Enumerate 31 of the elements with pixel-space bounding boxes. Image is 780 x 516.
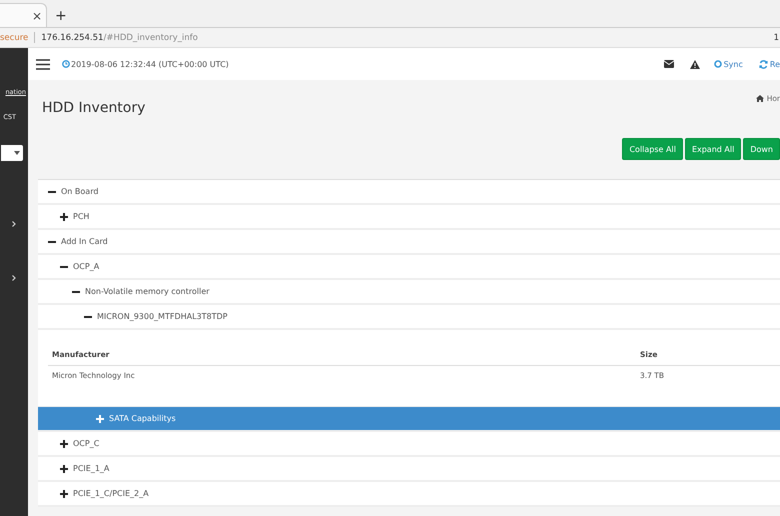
tree-item[interactable]: PCIE_1_A [38,457,780,482]
clock-icon [62,60,70,68]
chevron-icon[interactable] [12,221,16,227]
close-icon[interactable]: × [32,10,42,22]
url-text: 176.16.254.51/#HDD_inventory_info [41,32,198,42]
tree-item[interactable]: SATA Capabilitys [38,407,780,432]
tree-item[interactable]: MICRON_9300_MTFDHAL3T8TDP [38,305,780,330]
home-icon[interactable] [756,95,764,102]
caret-icon [14,151,20,155]
tree-item[interactable]: PCH [38,205,780,230]
tree-item[interactable]: Non-Volatile memory controller [38,280,780,305]
warning-icon[interactable] [690,60,700,68]
sync-icon [714,60,722,68]
security-label: secure [0,32,28,42]
tree-item[interactable]: OCP_A [38,255,780,280]
refresh-link[interactable]: Re [758,60,780,68]
tree-item[interactable]: OCP_C [38,432,780,457]
tree-item[interactable]: Add In Card [38,230,780,255]
sync-link[interactable]: Sync [714,60,743,68]
menu-icon[interactable] [36,58,50,70]
select-field[interactable] [1,145,23,161]
page-title: HDD Inventory [42,100,146,116]
tree-item[interactable]: On Board [38,180,780,205]
mail-icon[interactable] [664,60,674,68]
new-tab-button[interactable]: + [55,9,67,23]
datetime-text: 2019-08-06 12:32:44 (UTC+00:00 UTC) [71,60,229,68]
tree-item[interactable]: PCIE_1_C/PCIE_2_A [38,482,780,507]
address-text: 1 [774,32,779,42]
chevron-icon[interactable] [12,275,16,281]
browser-tab[interactable]: × [0,3,47,27]
refresh-icon [758,60,768,68]
